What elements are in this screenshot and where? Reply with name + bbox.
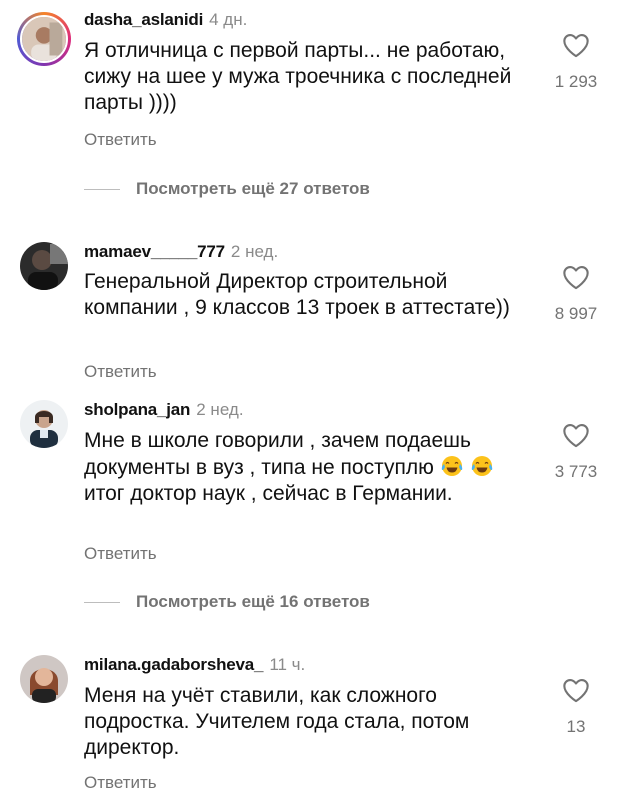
reply-button[interactable]: Ответить <box>84 362 157 382</box>
like-count: 13 <box>566 717 586 736</box>
like-count: 8 997 <box>554 304 598 323</box>
reply-button[interactable]: Ответить <box>84 773 157 793</box>
timestamp: 4 дн. <box>209 10 248 29</box>
comment-meta: mamaev_____777 2 нед. <box>84 242 278 262</box>
comment-meta: dasha_aslanidi 4 дн. <box>84 10 247 30</box>
tears-of-joy-emoji-icon <box>471 456 492 476</box>
timestamp: 11 ч. <box>269 655 306 674</box>
heart-outline-icon[interactable] <box>562 32 590 58</box>
comment-meta: sholpana_jan 2 нед. <box>84 400 244 420</box>
comment-text: Меня на учёт ставили, как сложного подро… <box>84 684 470 759</box>
like-count: 1 293 <box>554 72 598 91</box>
like-count: 3 773 <box>554 462 598 481</box>
avatar <box>20 15 68 63</box>
comment-text: Мне в школе говорили , зачем подаешь док… <box>84 428 534 507</box>
tears-of-joy-emoji-icon <box>441 456 462 476</box>
heart-outline-icon[interactable] <box>562 422 590 448</box>
view-replies-button[interactable]: Посмотреть ещё 16 ответов <box>84 590 370 614</box>
timestamp: 2 нед. <box>230 242 279 261</box>
divider <box>84 601 120 603</box>
comment-text: Генеральной Директор строительной компан… <box>84 270 510 319</box>
username[interactable]: mamaev_____777 <box>84 242 225 261</box>
view-replies-label: Посмотреть ещё 16 ответов <box>136 592 370 611</box>
avatar[interactable] <box>20 655 68 703</box>
comment-text: Я отличница с первой парты... не работаю… <box>84 39 512 114</box>
like-group: 3 773 <box>548 422 604 482</box>
timestamp: 2 нед. <box>196 400 244 419</box>
like-group: 1 293 <box>548 32 604 92</box>
avatar[interactable] <box>20 242 68 290</box>
like-group: 8 997 <box>548 264 604 324</box>
view-replies-label: Посмотреть ещё 27 ответов <box>136 179 370 198</box>
view-replies-button[interactable]: Посмотреть ещё 27 ответов <box>84 177 370 201</box>
comment-text-part: Мне в школе говорили , зачем подаешь док… <box>84 429 471 479</box>
avatar[interactable] <box>20 400 68 448</box>
comment-meta: milana.gadaborsheva_ 11 ч. <box>84 655 305 675</box>
like-group: 13 <box>548 677 604 737</box>
divider <box>84 188 120 190</box>
username[interactable]: sholpana_jan <box>84 400 190 419</box>
reply-button[interactable]: Ответить <box>84 130 157 150</box>
heart-outline-icon[interactable] <box>562 677 590 703</box>
avatar-story-ring[interactable] <box>17 12 71 66</box>
heart-outline-icon[interactable] <box>562 264 590 290</box>
username[interactable]: dasha_aslanidi <box>84 10 203 29</box>
reply-button[interactable]: Ответить <box>84 544 157 564</box>
username[interactable]: milana.gadaborsheva_ <box>84 655 264 674</box>
comment-text-part: итог доктор наук , сейчас в Германии. <box>84 482 453 505</box>
